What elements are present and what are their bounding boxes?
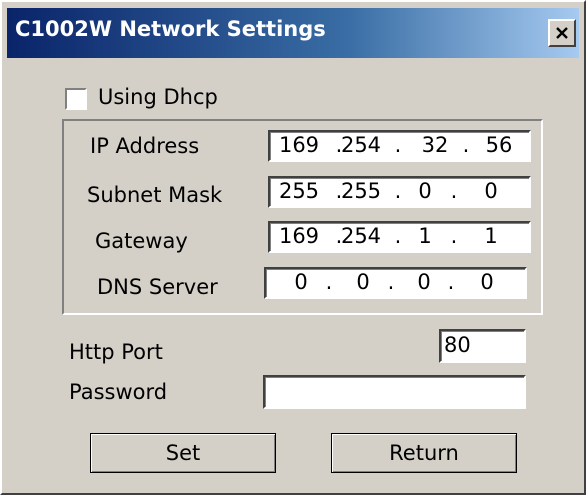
window-title: C1002W Network Settings bbox=[15, 17, 326, 41]
subnet-mask-octet-1: 255 bbox=[278, 179, 320, 203]
dns-server-input[interactable]: 0 . 0 . 0 . 0 bbox=[264, 267, 527, 299]
ip-address-dot: . bbox=[394, 133, 402, 157]
password-input[interactable] bbox=[263, 375, 526, 409]
dhcp-label: Using Dhcp bbox=[98, 85, 218, 109]
network-settings-dialog: C1002W Network Settings Using Dhcp IP Ad… bbox=[0, 0, 586, 495]
close-icon bbox=[556, 27, 568, 39]
gateway-dot: . bbox=[450, 224, 458, 248]
subnet-mask-dot: . bbox=[450, 179, 458, 203]
dns-server-dot: . bbox=[325, 270, 333, 294]
ip-address-input[interactable]: 169 . 254 . 32 . 56 bbox=[268, 130, 531, 162]
subnet-mask-octet-4: 0 bbox=[484, 179, 498, 203]
subnet-mask-input[interactable]: 255 . 255 . 0 . 0 bbox=[268, 176, 531, 208]
close-button[interactable] bbox=[548, 19, 576, 47]
gateway-input[interactable]: 169 . 254 . 1 . 1 bbox=[268, 221, 531, 253]
ip-address-octet-3: 32 bbox=[421, 133, 449, 157]
ip-address-dot: . bbox=[462, 133, 470, 157]
dns-server-octet-3: 0 bbox=[417, 270, 431, 294]
subnet-mask-octet-2: 255 bbox=[340, 179, 382, 203]
subnet-mask-label: Subnet Mask bbox=[87, 183, 223, 207]
ip-address-octet-1: 169 bbox=[278, 133, 320, 157]
dns-server-octet-2: 0 bbox=[356, 270, 370, 294]
dns-server-dot: . bbox=[387, 270, 395, 294]
gateway-octet-4: 1 bbox=[484, 224, 498, 248]
gateway-octet-2: 254 bbox=[340, 224, 382, 248]
ip-address-label: IP Address bbox=[90, 134, 200, 158]
dhcp-checkbox[interactable] bbox=[65, 88, 87, 110]
gateway-label: Gateway bbox=[95, 229, 188, 253]
subnet-mask-octet-3: 0 bbox=[418, 179, 432, 203]
http-port-input[interactable]: 80 bbox=[439, 329, 526, 363]
dns-server-octet-4: 0 bbox=[480, 270, 494, 294]
dns-server-label: DNS Server bbox=[97, 275, 218, 299]
ip-address-octet-4: 56 bbox=[485, 133, 513, 157]
gateway-octet-1: 169 bbox=[278, 224, 320, 248]
ip-address-octet-2: 254 bbox=[340, 133, 382, 157]
gateway-octet-3: 1 bbox=[418, 224, 432, 248]
return-button[interactable]: Return bbox=[331, 433, 517, 473]
http-port-label: Http Port bbox=[69, 340, 163, 364]
title-bar: C1002W Network Settings bbox=[7, 8, 579, 58]
set-button[interactable]: Set bbox=[90, 433, 276, 473]
dns-server-dot: . bbox=[447, 270, 455, 294]
dns-server-octet-1: 0 bbox=[294, 270, 308, 294]
password-label: Password bbox=[69, 380, 168, 404]
